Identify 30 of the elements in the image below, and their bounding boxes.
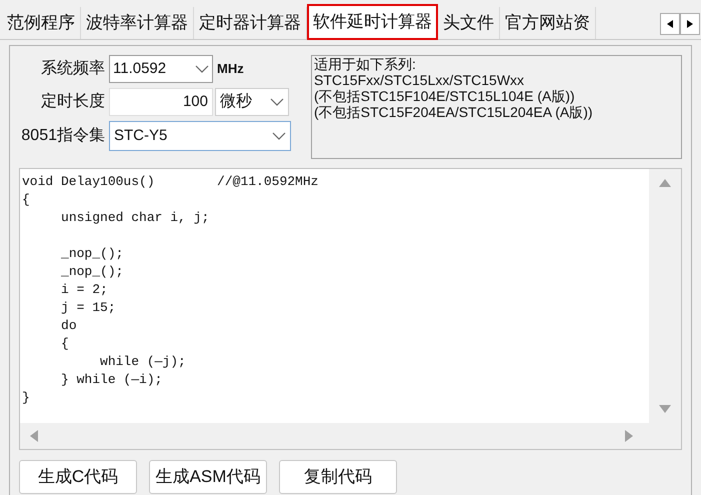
instruction-set-combobox[interactable]: STC-Y5 — [109, 121, 291, 151]
action-button[interactable]: 生成ASM代码 — [149, 460, 267, 494]
scroll-right-button[interactable] — [680, 13, 700, 35]
scroll-left-button[interactable] — [660, 13, 680, 35]
left-triangle-icon — [30, 430, 38, 442]
action-button[interactable]: 复制代码 — [279, 460, 397, 494]
info-text: (不包括STC15F104E/STC15L104E (A版)) — [314, 88, 576, 104]
field-label: 定时长度 — [40, 92, 106, 112]
field-label: 8051指令集 — [20, 126, 106, 146]
duration-field[interactable]: 100 — [109, 88, 213, 116]
code-text: void Delay100us() //@11.0592MHz { unsigned char i, j; _nop_(); _nop_(); i = 2; j = 15; do { while (—j); } while (—i); } — [21, 173, 320, 407]
frequency-combobox[interactable]: 11.0592 — [109, 55, 213, 83]
vertical-scrollbar[interactable] — [649, 169, 681, 423]
horizontal-scrollbar[interactable] — [20, 423, 681, 449]
right-triangle-icon — [687, 20, 693, 28]
chevron-down-icon — [195, 65, 209, 73]
unit-combobox[interactable]: 微秒 — [215, 88, 289, 116]
info-text: 适用于如下系列: — [314, 56, 417, 72]
down-triangle-icon — [659, 405, 671, 413]
info-text: STC15Fxx/STC15Lxx/STC15Wxx — [314, 72, 526, 88]
right-triangle-icon — [625, 430, 633, 442]
up-triangle-icon — [659, 179, 671, 187]
field-label: 系统频率 — [40, 58, 106, 79]
chevron-down-icon — [272, 132, 286, 140]
action-button[interactable]: 生成C代码 — [19, 460, 137, 494]
chevron-down-icon — [270, 98, 284, 106]
left-triangle-icon — [667, 20, 673, 28]
unit-label: MHz — [217, 60, 244, 78]
info-text: (不包括STC15F204EA/STC15L204EA (A版)) — [314, 104, 594, 120]
tab[interactable]: 软件延时计算器 — [307, 4, 438, 40]
